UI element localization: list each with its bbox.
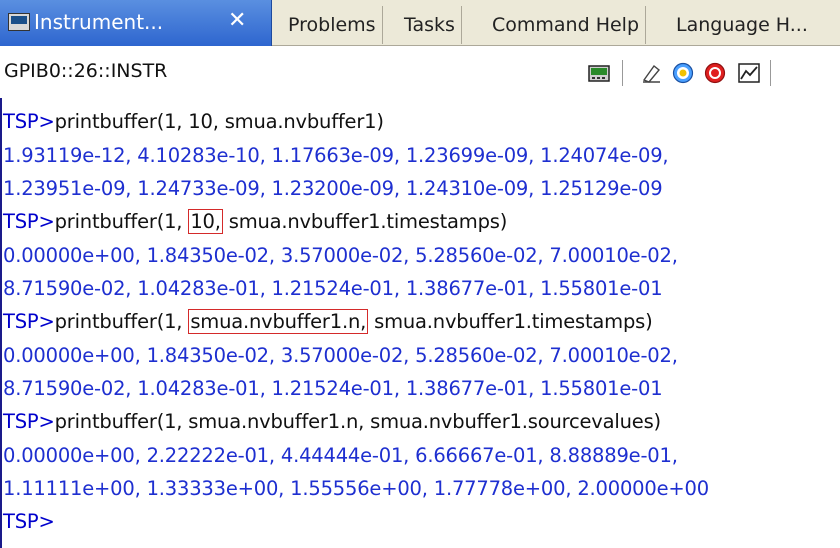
instrument-icon[interactable] (588, 62, 610, 84)
chart-icon[interactable] (738, 62, 760, 84)
terminal-icon (8, 13, 30, 31)
tab-tasks[interactable]: Tasks (398, 6, 462, 44)
tab-command-help[interactable]: Command Help (486, 6, 647, 44)
close-icon[interactable]: ✕ (228, 8, 246, 33)
instrument-console-window: Instrument... ✕ Problems Tasks Command H… (0, 0, 840, 548)
console-command-line: TSP>printbuffer(1, 10, smua.nvbuffer1) (3, 110, 384, 133)
instrument-address: GPIB0::26::INSTR (4, 60, 168, 82)
tab-label: Instrument... (34, 10, 164, 34)
console-output-line: 0.00000e+00, 1.84350e-02, 3.57000e-02, 5… (3, 344, 678, 367)
console-output-line: 0.00000e+00, 1.84350e-02, 3.57000e-02, 5… (3, 244, 678, 267)
console-input-prompt[interactable]: TSP> (3, 510, 55, 533)
console-output-line: 8.71590e-02, 1.04283e-01, 1.21524e-01, 1… (3, 277, 663, 300)
stop-icon[interactable] (704, 62, 726, 84)
console-output-line: 1.93119e-12, 4.10283e-10, 1.17663e-09, 1… (3, 144, 669, 167)
toolbar-separator (770, 60, 771, 86)
console-toolbar: GPIB0::26::INSTR (0, 46, 840, 98)
tab-problems[interactable]: Problems (282, 6, 383, 44)
console-command-line: TSP>printbuffer(1, smua.nvbuffer1.n, smu… (3, 410, 661, 433)
highlight-box: 10, (188, 209, 223, 234)
console-output-line: 1.11111e+00, 1.33333e+00, 1.55556e+00, 1… (3, 477, 709, 500)
tab-language-help[interactable]: Language H... (670, 6, 814, 44)
console-output-line: 0.00000e+00, 2.22222e-01, 4.44444e-01, 6… (3, 444, 678, 467)
console-command-line: TSP>printbuffer(1, 10, smua.nvbuffer1.ti… (3, 209, 508, 234)
target-icon[interactable] (672, 62, 694, 84)
tab-instrument-console[interactable]: Instrument... ✕ (0, 0, 272, 46)
console-output-line: 8.71590e-02, 1.04283e-01, 1.21524e-01, 1… (3, 377, 663, 400)
eraser-icon[interactable] (640, 62, 662, 84)
console-command-line: TSP>printbuffer(1, smua.nvbuffer1.n, smu… (3, 309, 653, 334)
highlight-box: smua.nvbuffer1.n, (188, 309, 369, 334)
console-output[interactable]: TSP>printbuffer(1, 10, smua.nvbuffer1) 1… (0, 98, 840, 548)
tab-bar: Instrument... ✕ Problems Tasks Command H… (0, 0, 840, 46)
console-output-line: 1.23951e-09, 1.24733e-09, 1.23200e-09, 1… (3, 177, 663, 200)
toolbar-separator (622, 60, 623, 86)
